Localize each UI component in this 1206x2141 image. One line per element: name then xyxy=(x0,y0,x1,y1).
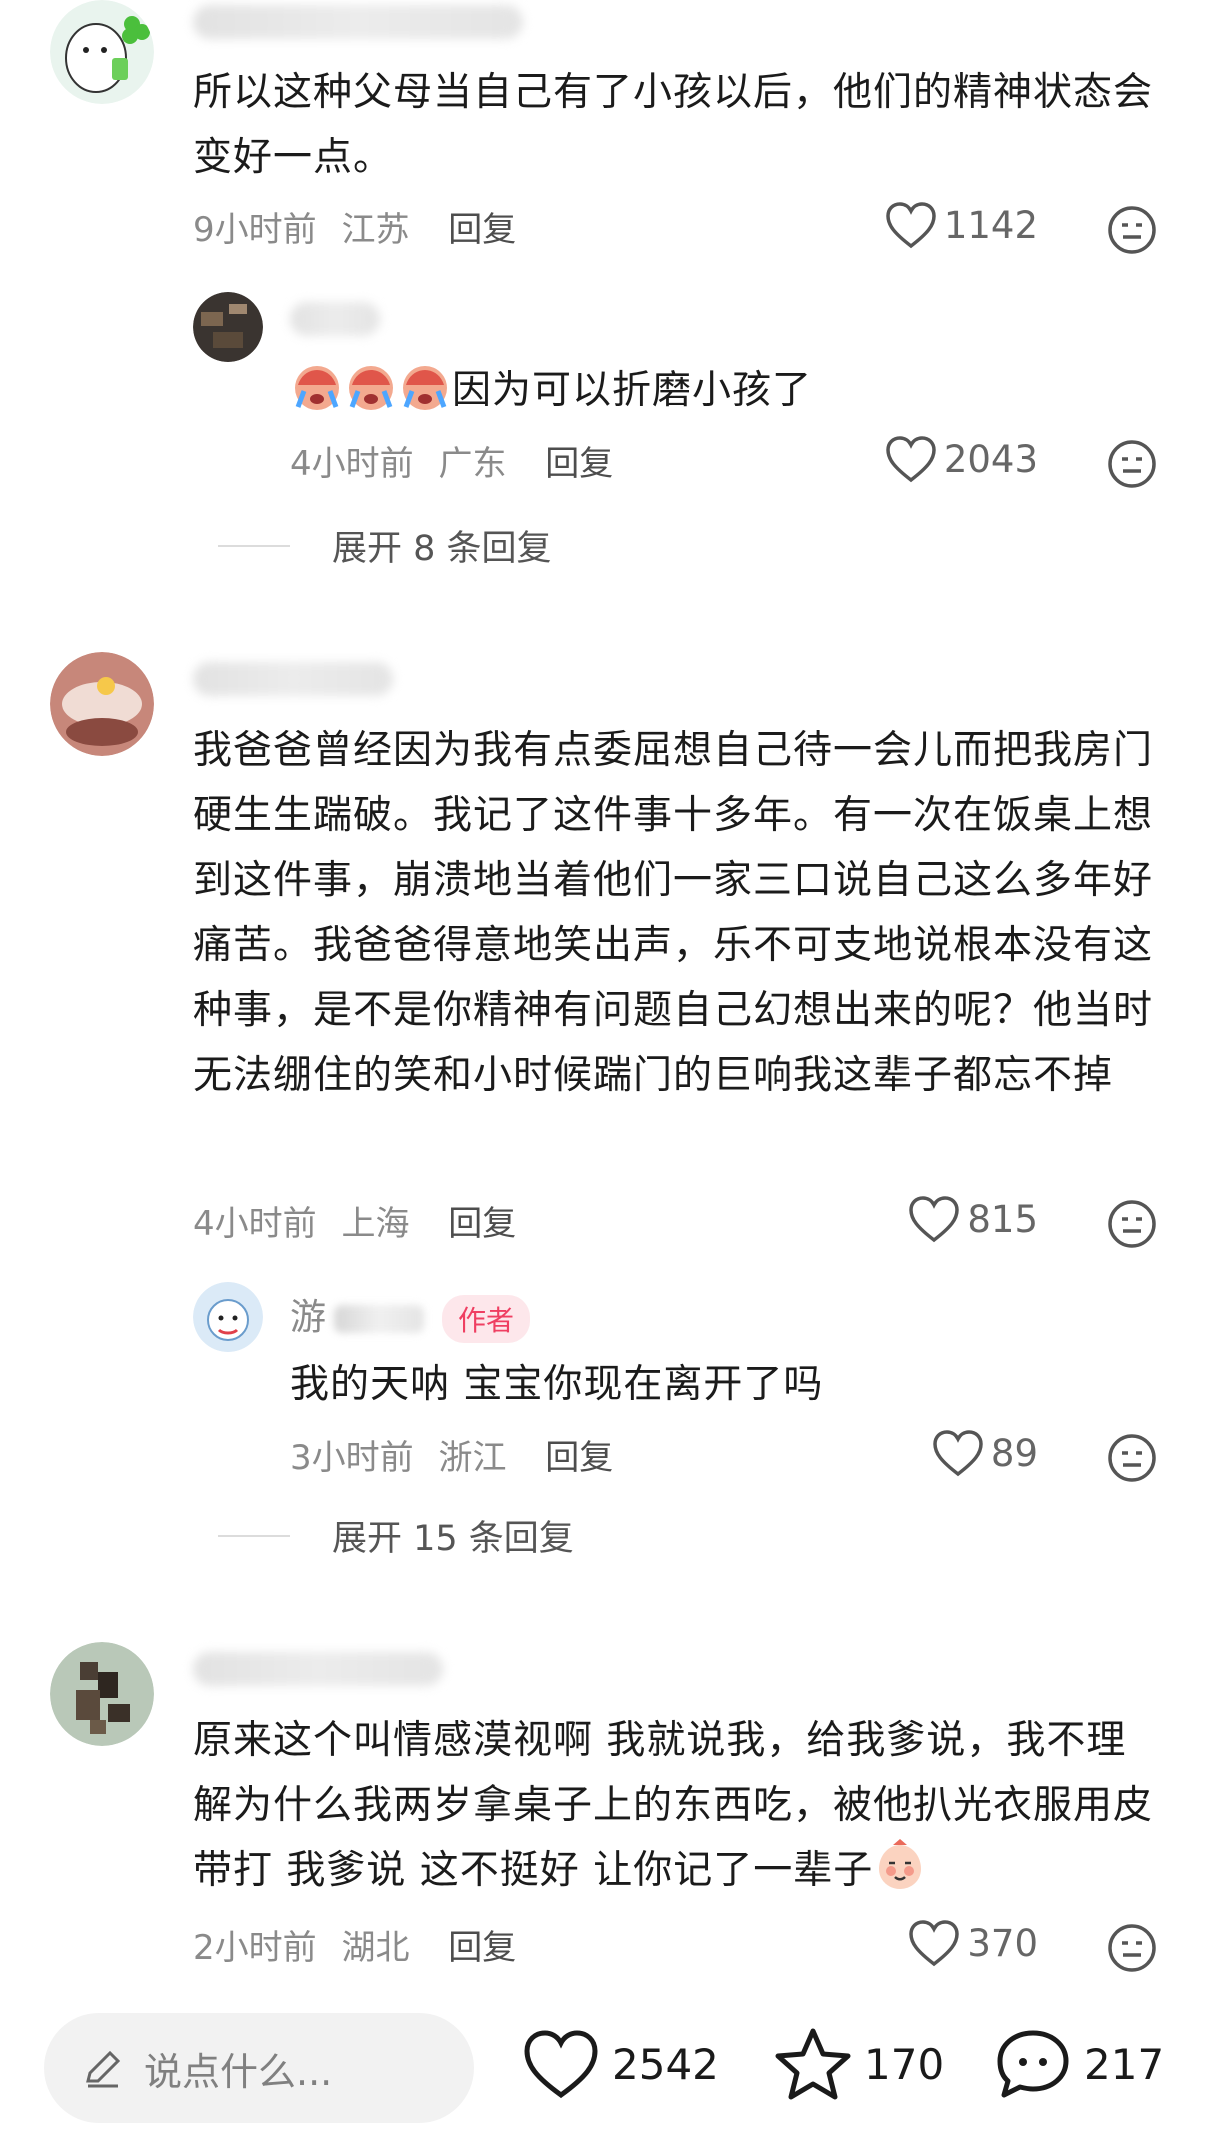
like-button[interactable]: 2043 xyxy=(884,434,1038,484)
heart-icon xyxy=(909,1920,960,1967)
username-blurred[interactable] xyxy=(290,302,380,336)
reply-text-content: 因为可以折磨小孩了 xyxy=(452,368,813,413)
divider xyxy=(218,544,290,547)
avatar[interactable] xyxy=(50,0,154,104)
expand-replies-button[interactable]: 展开 8 条回复 xyxy=(218,520,552,571)
bottom-action-bar: 说点什么... 2542 170 217 xyxy=(0,1995,1206,2141)
comment-meta: 9小时前 江苏 回复 xyxy=(193,202,516,251)
blush-emoji-icon xyxy=(873,1839,927,1893)
heart-icon xyxy=(909,1196,960,1243)
like-post-button[interactable]: 2542 xyxy=(520,2025,719,2103)
like-button[interactable]: 89 xyxy=(931,1428,1038,1478)
username-blurred[interactable] xyxy=(193,662,393,696)
expand-replies-button[interactable]: 展开 15 条回复 xyxy=(218,1510,574,1561)
reply-time: 4小时前 xyxy=(290,444,414,484)
comment-input-placeholder: 说点什么... xyxy=(144,2049,333,2094)
reply-button[interactable]: 回复 xyxy=(448,210,516,250)
comment-meta: 2小时前 湖北 回复 xyxy=(193,1920,516,1969)
comment-count: 217 xyxy=(1084,2039,1165,2089)
post-like-count: 2542 xyxy=(612,2039,719,2089)
comment-input[interactable]: 说点什么... xyxy=(44,2013,474,2123)
author-badge: 作者 xyxy=(442,1295,531,1343)
reply-text: 我的天呐 宝宝你现在离开了吗 xyxy=(290,1362,824,1407)
heart-icon xyxy=(886,436,936,483)
neutral-face-icon xyxy=(1108,1434,1156,1482)
comment-text: 所以这种父母当自己有了小孩以后，他们的精神状态会变好一点。 xyxy=(193,70,1154,180)
comment-text: 原来这个叫情感漠视啊 我就说我，给我爹说，我不理解为什么我两岁拿桌子上的东西吃，… xyxy=(193,1708,1153,1903)
favorite-button[interactable]: 170 xyxy=(772,2025,944,2103)
comment-meta: 4小时前 上海 回复 xyxy=(193,1196,516,1245)
comment-time: 4小时前 xyxy=(193,1204,317,1244)
neutral-face-icon xyxy=(1108,1924,1156,1972)
crying-emoji-icon xyxy=(344,366,398,413)
heart-icon xyxy=(886,202,936,249)
reply-button[interactable]: 回复 xyxy=(545,444,613,484)
reply-meta: 4小时前 广东 回复 xyxy=(290,436,613,485)
dislike-button[interactable] xyxy=(1106,1432,1158,1484)
expand-label: 展开 8 条回复 xyxy=(332,529,552,569)
avatar[interactable] xyxy=(50,652,154,756)
neutral-face-icon xyxy=(1108,206,1156,254)
neutral-face-icon xyxy=(1108,440,1156,488)
favorite-count: 170 xyxy=(864,2039,945,2089)
reply-location: 广东 xyxy=(438,444,507,484)
dislike-button[interactable] xyxy=(1106,1922,1158,1974)
comment-time: 9小时前 xyxy=(193,210,317,250)
username-blurred[interactable] xyxy=(193,1652,443,1686)
like-count: 370 xyxy=(967,1921,1038,1965)
crying-emoji-icon xyxy=(290,366,344,413)
comment-time: 2小时前 xyxy=(193,1928,317,1968)
like-button[interactable]: 370 xyxy=(907,1918,1038,1968)
username-blurred[interactable] xyxy=(193,5,523,39)
comments-button[interactable]: 217 xyxy=(992,2025,1164,2103)
neutral-face-icon xyxy=(1108,1200,1156,1248)
author-name[interactable]: 游 xyxy=(290,1297,326,1338)
heart-icon xyxy=(933,1430,983,1477)
comment-location: 上海 xyxy=(341,1204,410,1244)
like-count: 815 xyxy=(967,1197,1038,1241)
chat-bubble-icon xyxy=(997,2030,1069,2098)
dislike-button[interactable] xyxy=(1106,438,1158,490)
expand-label: 展开 15 条回复 xyxy=(332,1519,574,1559)
like-count: 89 xyxy=(990,1431,1038,1475)
dislike-button[interactable] xyxy=(1106,204,1158,256)
star-icon xyxy=(775,2028,851,2100)
like-count: 1142 xyxy=(943,203,1038,247)
reply-button[interactable]: 回复 xyxy=(448,1928,516,1968)
avatar[interactable] xyxy=(193,1282,263,1352)
dislike-button[interactable] xyxy=(1106,1198,1158,1250)
comment-text-content: 原来这个叫情感漠视啊 我就说我，给我爹说，我不理解为什么我两岁拿桌子上的东西吃，… xyxy=(193,1718,1154,1893)
divider xyxy=(218,1534,290,1537)
like-count: 2043 xyxy=(943,437,1038,481)
comment-location: 湖北 xyxy=(341,1928,410,1968)
reply-button[interactable]: 回复 xyxy=(448,1204,516,1244)
avatar[interactable] xyxy=(193,292,263,362)
avatar[interactable] xyxy=(50,1642,154,1746)
like-button[interactable]: 1142 xyxy=(884,200,1038,250)
username-blurred xyxy=(334,1305,425,1333)
heart-icon xyxy=(524,2030,598,2099)
comment-text: 我爸爸曾经因为我有点委屈想自己待一会儿而把我房门硬生生踹破。我记了这件事十多年。… xyxy=(193,728,1154,1098)
reply-time: 3小时前 xyxy=(290,1438,414,1478)
reply-location: 浙江 xyxy=(438,1438,507,1478)
like-button[interactable]: 815 xyxy=(907,1194,1038,1244)
comment-location: 江苏 xyxy=(341,210,410,250)
reply-meta: 3小时前 浙江 回复 xyxy=(290,1430,613,1479)
crying-emoji-icon xyxy=(398,366,452,413)
author-name-row: 游 作者 xyxy=(290,1288,531,1343)
reply-text: 因为可以折磨小孩了 xyxy=(290,358,1150,423)
pencil-icon xyxy=(86,2050,121,2088)
reply-button[interactable]: 回复 xyxy=(545,1438,613,1478)
